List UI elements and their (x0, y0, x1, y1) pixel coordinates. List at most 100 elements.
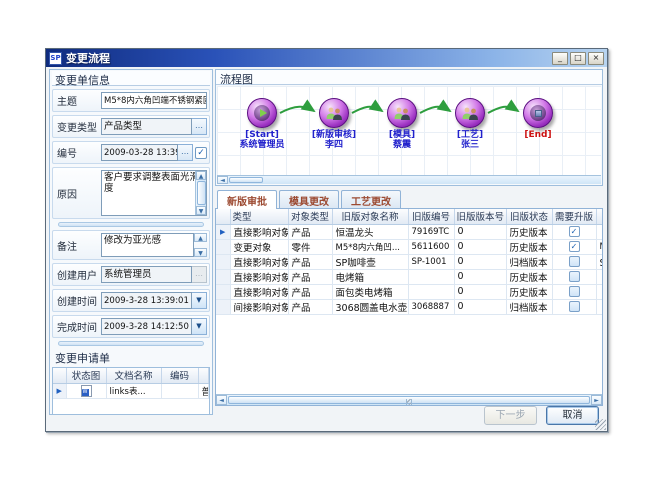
number-checkbox[interactable]: ✓ (195, 147, 207, 159)
create-time-label: 创建时间 (55, 293, 101, 308)
flow-node-end[interactable]: [End] (503, 98, 573, 140)
next-button: 下一步 (484, 406, 537, 425)
reason-textarea[interactable]: 客户要求调整表面光滑度 ▲ ▼ (101, 170, 207, 216)
upgrade-checkbox[interactable] (569, 256, 580, 267)
mini-table-row[interactable]: ▶ links表... 普通 (53, 383, 209, 398)
flow-canvas[interactable]: [Start] 系统管理员 [新版审核] 李四 [模具] 蔡震 (217, 86, 601, 175)
scroll-down-icon[interactable]: ▼ (196, 206, 206, 215)
spin-up-icon[interactable]: ▲ (194, 233, 207, 242)
number-input[interactable]: 2009-03-28 13:39:01 (101, 144, 178, 161)
mini-col-status[interactable]: 状态图 (66, 368, 106, 383)
table-row[interactable]: 变更对象零件 M5*8内六角凹...5611600 0历史版本 M5*8 (216, 239, 603, 254)
panel-header-change-order-info: 变更单信息 (52, 71, 210, 86)
flow-node-start[interactable]: [Start] 系统管理员 (227, 98, 297, 150)
subject-input[interactable]: M5*8内六角凹端不锈钢紧固螺钉 (101, 92, 207, 109)
number-ellipsis-button[interactable]: … (178, 144, 193, 161)
upgrade-checkbox[interactable] (569, 271, 580, 282)
table-row[interactable]: 直接影响对象产品 面包类电烤箱 0历史版本 (216, 284, 603, 299)
creator-ellipsis-button: … (192, 266, 207, 283)
scroll-up-icon[interactable]: ▲ (196, 171, 206, 180)
tab-mold-change[interactable]: 模具更改 (279, 190, 339, 208)
table-row[interactable]: 直接影响对象产品 SP咖啡壶SP-1001 0归档版本 SP咖 (216, 254, 603, 269)
change-request-table: 状态图 文档名称 编码 ▶ links表... 普通 ◄ ► (52, 367, 210, 415)
table-row[interactable]: 间接影响对象产品 3068圆盖电水壶3068887 0归档版本 (216, 299, 603, 314)
change-objects-table: 类型 对象类型 旧版对象名称 旧版编号 旧版版本号 旧版状态 需要升版 新版 ▶… (215, 208, 603, 406)
create-time-dropdown-icon[interactable]: ▼ (192, 292, 207, 309)
change-order-info-panel: 变更单信息 主题 M5*8内六角凹端不锈钢紧固螺钉 变更类型 产品类型 … 编号… (49, 69, 213, 415)
creator-input[interactable]: 系统管理员 (101, 266, 192, 283)
change-type-label: 变更类型 (55, 119, 101, 134)
create-time-input[interactable]: 2009-3-28 13:39:01 (101, 292, 192, 309)
selector-header (216, 209, 230, 224)
creator-label: 创建用户 (55, 267, 101, 282)
number-label: 编号 (55, 145, 101, 160)
scroll-right-icon[interactable]: ► (591, 395, 602, 405)
remark-textarea[interactable]: 修改为亚光感 (101, 233, 194, 257)
end-node-icon (523, 98, 553, 128)
close-button[interactable]: × (588, 52, 604, 65)
titlebar[interactable]: SP 变更流程 _ □ × (46, 49, 607, 67)
scroll-thumb[interactable] (228, 396, 590, 404)
flow-node-mold[interactable]: [模具] 蔡震 (367, 98, 437, 150)
maximize-button[interactable]: □ (570, 52, 586, 65)
tab-new-version-approval[interactable]: 新版审批 (217, 190, 277, 209)
mini-cell-extra: 普通 (198, 383, 209, 398)
spin-down-icon[interactable]: ▼ (194, 248, 207, 257)
change-process-window: SP 变更流程 _ □ × 变更单信息 主题 M5*8内六角凹端不锈钢紧固螺钉 … (45, 48, 608, 432)
upgrade-checkbox[interactable] (569, 226, 580, 237)
col-new[interactable]: 新版 (596, 209, 603, 224)
table-row[interactable]: ▶ 直接影响对象产品 恒温龙头79169TC 0历史版本 (216, 224, 603, 239)
col-old-ver[interactable]: 旧版版本号 (454, 209, 506, 224)
mini-col-docname[interactable]: 文档名称 (106, 368, 161, 383)
col-old-status[interactable]: 旧版状态 (506, 209, 552, 224)
col-type[interactable]: 类型 (230, 209, 288, 224)
flow-node-new-version-review[interactable]: [新版审核] 李四 (299, 98, 369, 150)
flow-node-process[interactable]: [工艺] 张三 (435, 98, 505, 150)
field-finish-time: 完成时间 2009-3-28 14:12:50 ▼ (52, 315, 210, 338)
right-panel: 流程图 [Start] 系统管理员 (215, 69, 603, 421)
field-creator: 创建用户 系统管理员 … (52, 263, 210, 286)
subject-label: 主题 (55, 93, 101, 108)
finish-time-label: 完成时间 (55, 319, 101, 334)
resize-grip[interactable] (595, 419, 606, 430)
mini-col-extra[interactable] (198, 368, 209, 383)
field-reason: 原因 客户要求调整表面光滑度 ▲ ▼ (52, 167, 210, 219)
field-number: 编号 2009-03-28 13:39:01 … ✓ (52, 141, 210, 164)
finish-time-dropdown-icon[interactable]: ▼ (192, 318, 207, 335)
field-remark: 备注 修改为亚光感 ▲ ▼ (52, 230, 210, 260)
tab-process-change[interactable]: 工艺更改 (341, 190, 401, 208)
desktop: SP 变更流程 _ □ × 变更单信息 主题 M5*8内六角凹端不锈钢紧固螺钉 … (0, 0, 660, 477)
col-old-name[interactable]: 旧版对象名称 (332, 209, 408, 224)
scroll-left-icon[interactable]: ◄ (216, 395, 227, 405)
flow-horizontal-scrollbar[interactable]: ◄ (217, 175, 601, 184)
scroll-thumb[interactable] (229, 177, 263, 183)
finish-time-input[interactable]: 2009-3-28 14:12:50 (101, 318, 192, 335)
reason-vertical-scrollbar[interactable]: ▲ ▼ (195, 171, 206, 215)
horizontal-splitter[interactable] (58, 341, 204, 346)
change-type-input[interactable]: 产品类型 (101, 118, 192, 135)
table-horizontal-scrollbar[interactable]: ◄ ► (216, 394, 602, 405)
horizontal-splitter[interactable] (58, 222, 204, 227)
active-row-icon: ▶ (57, 387, 62, 395)
active-row-icon: ▶ (220, 228, 225, 236)
upgrade-checkbox[interactable] (569, 286, 580, 297)
scroll-thumb[interactable] (197, 181, 206, 205)
col-obj-type[interactable]: 对象类型 (288, 209, 332, 224)
panel-header-flow-diagram: 流程图 (216, 70, 602, 85)
reason-label: 原因 (55, 186, 101, 201)
table-row[interactable]: 直接影响对象产品 电烤箱 0历史版本 (216, 269, 603, 284)
col-upgrade[interactable]: 需要升版 (552, 209, 596, 224)
scroll-left-icon[interactable]: ◄ (217, 176, 228, 184)
change-type-ellipsis-button[interactable]: … (192, 118, 207, 135)
col-old-code[interactable]: 旧版编号 (408, 209, 454, 224)
app-icon: SP (49, 52, 62, 65)
upgrade-checkbox[interactable] (569, 241, 580, 252)
cancel-button[interactable]: 取消 (546, 406, 599, 425)
minimize-button[interactable]: _ (552, 52, 568, 65)
start-node-icon (247, 98, 277, 128)
people-icon (455, 98, 485, 128)
upgrade-checkbox[interactable] (569, 301, 580, 312)
mini-selector-header (53, 368, 66, 383)
people-icon (319, 98, 349, 128)
mini-col-code[interactable]: 编码 (161, 368, 198, 383)
